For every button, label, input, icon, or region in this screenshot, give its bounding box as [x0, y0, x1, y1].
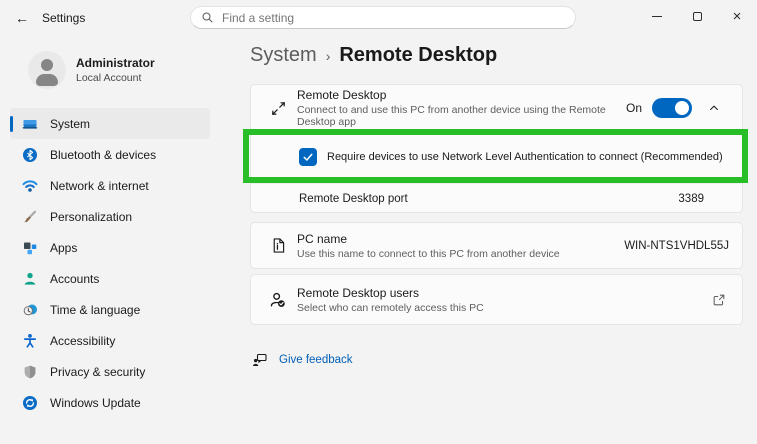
pc-name-description: Use this name to connect to this PC from…	[297, 247, 560, 260]
sidebar-item-label: Personalization	[50, 209, 133, 224]
accessibility-icon	[23, 333, 37, 348]
accounts-icon	[24, 272, 36, 285]
sidebar-item-label: Apps	[50, 240, 78, 255]
apps-icon	[24, 242, 37, 254]
remote-desktop-title: Remote Desktop	[297, 88, 387, 102]
privacy-icon	[24, 365, 36, 378]
feedback-icon	[253, 353, 267, 366]
sidebar-item-label: Network & internet	[50, 178, 149, 193]
profile-account-type: Local Account	[76, 72, 142, 84]
external-link-icon	[713, 294, 725, 305]
chevron-up-icon	[710, 105, 718, 111]
back-button[interactable]: ←	[10, 6, 34, 30]
nla-checkbox-label[interactable]: Require devices to use Network Level Aut…	[327, 151, 723, 163]
sidebar-item-bluetooth-devices[interactable]: Bluetooth & devices	[10, 139, 210, 170]
give-feedback-link[interactable]: Give feedback	[252, 352, 353, 368]
breadcrumb-parent[interactable]: System	[250, 44, 317, 67]
breadcrumb-separator-icon: ›	[325, 48, 331, 64]
sidebar-item-label: Accounts	[50, 271, 100, 286]
sidebar-item-windows-update[interactable]: Windows Update	[10, 387, 210, 418]
profile-name: Administrator	[76, 56, 155, 70]
window-controls: ×	[637, 0, 757, 36]
users-description: Select who can remotely access this PC	[297, 301, 484, 314]
sidebar-item-system[interactable]: System	[10, 108, 210, 139]
page-title: Remote Desktop	[339, 44, 498, 66]
sidebar: Administrator Local Account System Bluet…	[0, 36, 228, 444]
close-button[interactable]: ×	[717, 0, 757, 32]
checkmark-icon	[303, 153, 313, 161]
maximize-button[interactable]	[677, 0, 717, 32]
toggle-knob	[675, 101, 689, 115]
sidebar-item-accounts[interactable]: Accounts	[10, 263, 210, 294]
search-box[interactable]	[190, 6, 576, 29]
titlebar: ← Settings ×	[0, 0, 757, 36]
network-icon	[22, 179, 38, 192]
sidebar-item-privacy-security[interactable]: Privacy & security	[10, 356, 210, 387]
nla-checkbox[interactable]	[299, 148, 317, 166]
time-language-icon	[23, 304, 37, 315]
toggle-state-label: On	[625, 101, 642, 115]
close-icon: ×	[732, 7, 742, 25]
sidebar-item-label: System	[50, 116, 91, 131]
port-label: Remote Desktop port	[299, 193, 408, 205]
sidebar-item-label: Privacy & security	[50, 364, 146, 379]
remote-desktop-header-row[interactable]: Remote Desktop Connect to and use this P…	[251, 85, 742, 131]
sidebar-item-label: Accessibility	[50, 333, 116, 348]
bluetooth-icon	[23, 147, 37, 162]
personalization-icon	[24, 210, 37, 222]
avatar	[28, 51, 66, 89]
remote-desktop-icon	[271, 101, 285, 115]
sidebar-item-accessibility[interactable]: Accessibility	[10, 325, 210, 356]
maximize-icon	[692, 11, 702, 21]
collapse-button[interactable]	[700, 94, 728, 122]
users-check-icon	[270, 292, 285, 307]
remote-desktop-toggle[interactable]	[652, 98, 692, 118]
users-title: Remote Desktop users	[297, 285, 420, 300]
remote-desktop-description: Connect to and use this PC from another …	[297, 104, 606, 128]
nla-checkbox-row: Require devices to use Network Level Aut…	[251, 131, 742, 183]
system-icon	[22, 119, 38, 129]
sidebar-item-time-language[interactable]: Time & language	[10, 294, 210, 325]
avatar-head	[41, 59, 53, 71]
pc-name-title: PC name	[297, 231, 348, 246]
pc-name-document-icon	[273, 238, 284, 253]
pc-name-value: WIN-NTS1VHDL55J	[624, 239, 729, 252]
remote-desktop-card: Remote Desktop Connect to and use this P…	[250, 84, 743, 213]
app-title: Settings	[42, 11, 86, 25]
open-users-button[interactable]	[704, 285, 734, 315]
sidebar-item-network-internet[interactable]: Network & internet	[10, 170, 210, 201]
breadcrumb: System › Remote Desktop	[250, 44, 497, 67]
sidebar-item-label: Windows Update	[50, 395, 141, 410]
avatar-torso	[36, 74, 58, 86]
port-value: 3389	[678, 193, 704, 205]
sidebar-item-personalization[interactable]: Personalization	[10, 201, 210, 232]
sidebar-nav: System Bluetooth & devices Network & int…	[10, 108, 210, 418]
minimize-icon	[652, 15, 662, 17]
windows-update-icon	[23, 395, 37, 410]
back-arrow-icon: ←	[15, 10, 29, 26]
remote-desktop-users-card[interactable]: Remote Desktop users Select who can remo…	[250, 274, 743, 325]
settings-window: ← Settings ×	[0, 0, 757, 444]
remote-desktop-port-row: Remote Desktop port 3389	[251, 183, 742, 214]
profile-section[interactable]: Administrator Local Account	[28, 51, 155, 89]
sidebar-item-label: Time & language	[50, 302, 141, 317]
minimize-button[interactable]	[637, 0, 677, 32]
search-icon	[202, 12, 213, 23]
search-input[interactable]	[222, 10, 565, 25]
sidebar-item-label: Bluetooth & devices	[50, 147, 157, 162]
pc-name-card: PC name Use this name to connect to this…	[250, 222, 743, 269]
sidebar-item-apps[interactable]: Apps	[10, 232, 210, 263]
give-feedback-label: Give feedback	[279, 354, 353, 366]
